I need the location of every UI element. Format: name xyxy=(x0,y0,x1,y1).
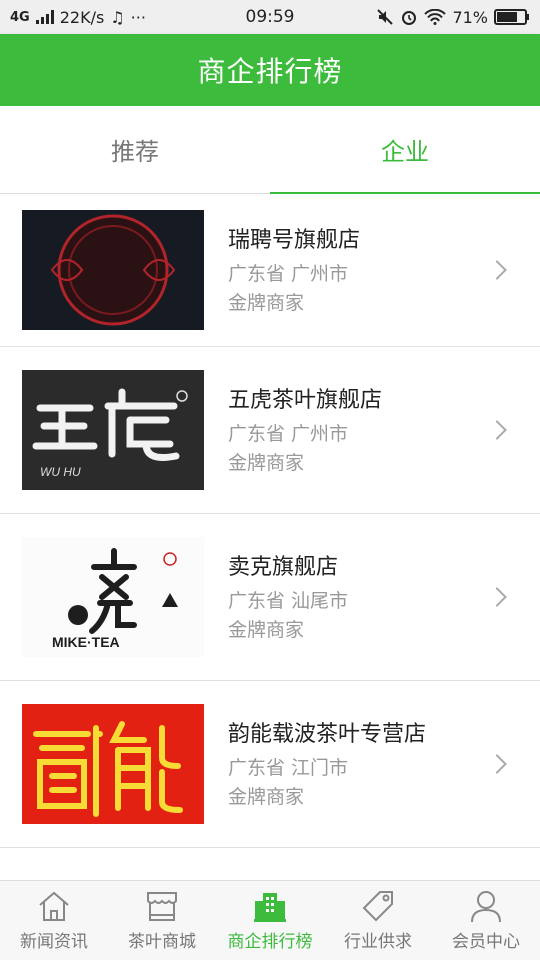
tabbar-label: 新闻资讯 xyxy=(20,932,88,952)
mike-tea-logo: MIKE·TEA xyxy=(52,548,178,650)
shop-location: 广东省 广州市 xyxy=(228,263,349,285)
shop-name: 韵能载波茶叶专营店 xyxy=(228,722,427,747)
shop-name: 瑞聘号旗舰店 xyxy=(228,228,361,253)
tabbar-label: 茶叶商城 xyxy=(128,932,196,952)
tabbar-label: 商企排行榜 xyxy=(227,932,313,952)
app-header: 商企排行榜 xyxy=(0,34,540,106)
signal-icon xyxy=(35,10,54,24)
shop-level: 金牌商家 xyxy=(228,292,305,314)
shop-location: 广东省 汕尾市 xyxy=(228,590,349,612)
page-title: 商企排行榜 xyxy=(197,55,343,88)
shop-logo xyxy=(22,704,204,824)
tabbar-label: 会员中心 xyxy=(452,932,520,952)
shop-logo: MIKE·TEA xyxy=(22,537,204,657)
bottom-tab-bar: 新闻资讯 茶叶商城 商企排行榜 行业供求 会员中心 xyxy=(0,880,540,960)
list-item[interactable]: 韵能载波茶叶专营店 广东省 江门市 金牌商家 xyxy=(0,681,540,848)
shop-level: 金牌商家 xyxy=(228,786,305,808)
tabbar-item-news[interactable]: 新闻资讯 xyxy=(0,881,108,960)
tabbar-item-ranking[interactable]: 商企排行榜 xyxy=(216,881,324,960)
mute-icon xyxy=(377,9,394,25)
tabbar-label: 行业供求 xyxy=(344,932,412,952)
tabbar-item-supply[interactable]: 行业供求 xyxy=(324,881,432,960)
wuhu-logo: WU HU xyxy=(32,388,188,479)
status-bar: 4G 22K/s ♫ ··· 09:59 71% xyxy=(0,0,540,34)
network-speed: 22K/s xyxy=(59,7,105,27)
tag-icon xyxy=(362,891,393,922)
svg-text:MIKE·TEA: MIKE·TEA xyxy=(52,634,120,650)
tab-recommend[interactable]: 推荐 xyxy=(0,106,270,193)
shop-list: 瑞聘号旗舰店 广东省 广州市 金牌商家 WU HU 五虎茶叶旗舰店 广东省 广州… xyxy=(0,194,540,880)
shop-name: 卖克旗舰店 xyxy=(228,555,339,580)
shop-level: 金牌商家 xyxy=(228,619,305,641)
battery-percent: 71% xyxy=(452,7,488,27)
tabbar-item-member[interactable]: 会员中心 xyxy=(432,881,540,960)
chevron-right-icon xyxy=(487,754,507,774)
building-icon xyxy=(254,893,286,922)
tabbar-item-mall[interactable]: 茶叶商城 xyxy=(108,881,216,960)
list-item[interactable]: MIKE·TEA 卖克旗舰店 广东省 汕尾市 金牌商家 xyxy=(0,514,540,681)
chevron-right-icon xyxy=(487,420,507,440)
alarm-icon xyxy=(402,11,417,25)
network-type: 4G xyxy=(10,9,30,25)
svg-text:WU HU: WU HU xyxy=(40,465,81,479)
yunneng-logo xyxy=(33,721,183,817)
shop-level: 金牌商家 xyxy=(228,452,305,474)
shop-location: 广东省 江门市 xyxy=(228,757,349,779)
chevron-right-icon xyxy=(487,587,507,607)
tab-enterprise[interactable]: 企业 xyxy=(270,106,540,194)
seal-logo xyxy=(50,214,176,326)
category-tabs: 推荐 企业 xyxy=(0,106,540,194)
home-icon xyxy=(39,891,69,921)
shop-icon xyxy=(147,892,177,921)
wifi-icon xyxy=(424,9,447,25)
shop-logo: WU HU xyxy=(22,370,204,490)
user-icon xyxy=(471,891,501,923)
list-item[interactable]: WU HU 五虎茶叶旗舰店 广东省 广州市 金牌商家 xyxy=(0,347,540,514)
shop-logo xyxy=(22,210,204,330)
chevron-right-icon xyxy=(487,260,507,280)
music-icon: ♫ xyxy=(110,7,125,27)
more-dots: ··· xyxy=(130,7,146,27)
shop-location: 广东省 广州市 xyxy=(228,423,349,445)
battery-icon xyxy=(494,9,529,25)
shop-name: 五虎茶叶旗舰店 xyxy=(228,388,383,413)
list-item[interactable]: 瑞聘号旗舰店 广东省 广州市 金牌商家 xyxy=(0,194,540,347)
